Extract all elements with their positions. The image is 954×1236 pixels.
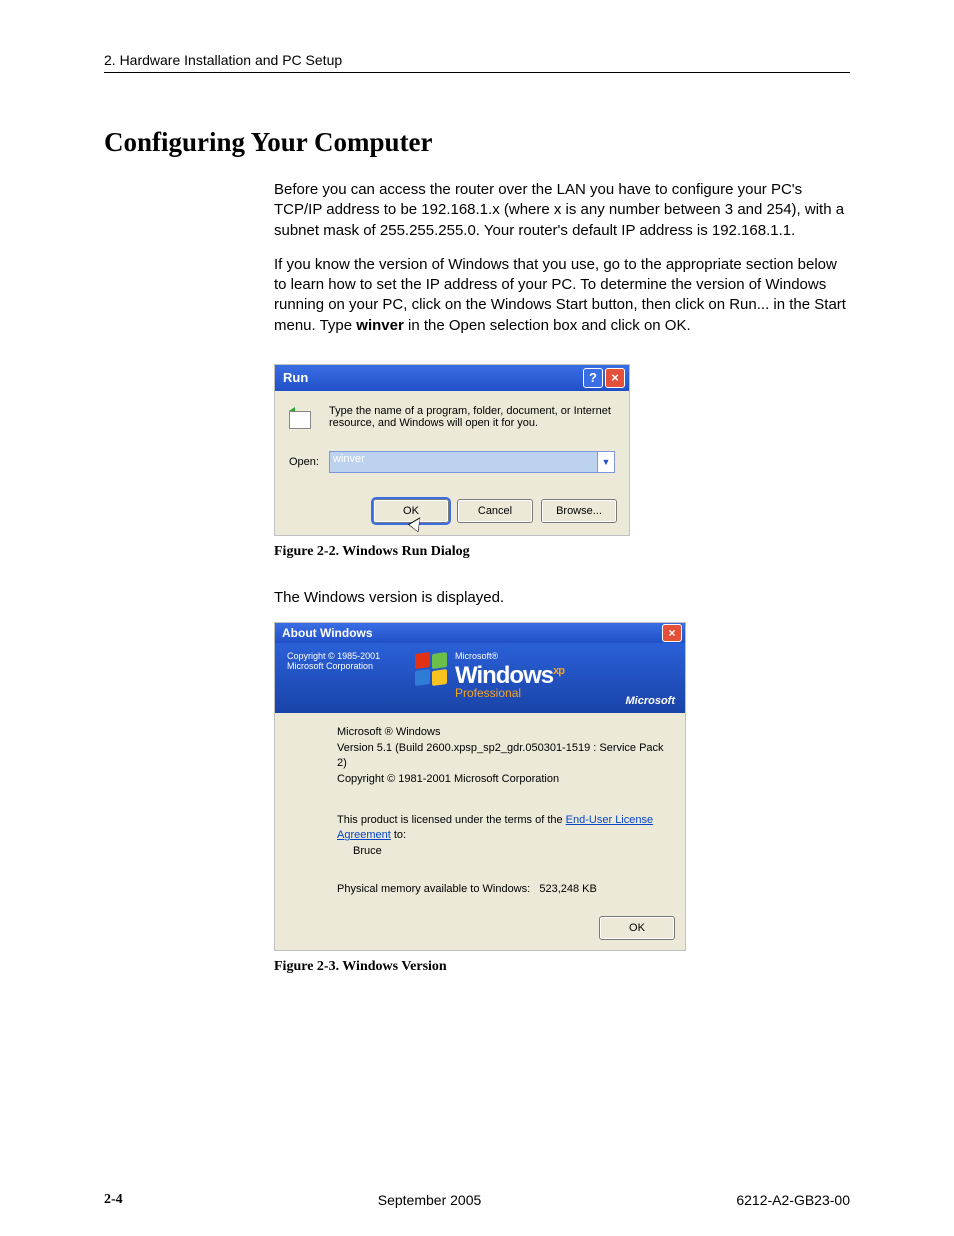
p2-bold: winver xyxy=(356,317,404,334)
licensed-to: Bruce xyxy=(353,844,673,859)
about-line-3: Copyright © 1981-2001 Microsoft Corporat… xyxy=(337,772,673,787)
body-paragraph-1: Before you can access the router over th… xyxy=(274,180,850,241)
windows-brand: Microsoft® Windowsxp Professional xyxy=(455,651,564,700)
about-banner: Copyright © 1985-2001 Microsoft Corporat… xyxy=(275,643,685,713)
figure-2-2-caption: Figure 2-2. Windows Run Dialog xyxy=(274,544,850,560)
about-titlebar: About Windows × xyxy=(275,623,685,643)
section-title: Configuring Your Computer xyxy=(104,127,850,158)
p2-b: in the Open selection box and click on O… xyxy=(404,317,691,334)
run-dialog: Run ? × Type the name of a program, fold… xyxy=(274,364,630,536)
microsoft-logo: Microsoft xyxy=(626,695,676,707)
close-icon[interactable]: × xyxy=(605,368,625,388)
ok-button[interactable]: OK xyxy=(373,499,449,523)
about-eula: This product is licensed under the terms… xyxy=(337,813,673,843)
page-number: 2-4 xyxy=(104,1192,123,1208)
open-input[interactable]: winver xyxy=(330,452,597,472)
run-icon xyxy=(289,405,321,433)
body-paragraph-2: If you know the version of Windows that … xyxy=(274,255,850,336)
close-icon[interactable]: × xyxy=(662,624,682,642)
open-combobox[interactable]: winver ▼ xyxy=(329,451,615,473)
figure-2-3-caption: Figure 2-3. Windows Version xyxy=(274,959,850,975)
windows-flag-icon xyxy=(415,653,451,689)
run-dialog-title: Run xyxy=(283,370,581,385)
run-dialog-titlebar: Run ? × xyxy=(275,365,629,391)
help-icon[interactable]: ? xyxy=(583,368,603,388)
page-footer: 2-4 September 2005 6212-A2-GB23-00 xyxy=(104,1192,850,1208)
browse-button[interactable]: Browse... xyxy=(541,499,617,523)
chevron-down-icon[interactable]: ▼ xyxy=(597,452,614,472)
chapter-header: 2. Hardware Installation and PC Setup xyxy=(104,52,850,68)
open-label: Open: xyxy=(289,456,329,468)
about-windows-dialog: About Windows × Copyright © 1985-2001 Mi… xyxy=(274,622,686,951)
ok-button[interactable]: OK xyxy=(599,916,675,940)
about-line-1: Microsoft ® Windows xyxy=(337,725,673,740)
cancel-button[interactable]: Cancel xyxy=(457,499,533,523)
footer-doc-id: 6212-A2-GB23-00 xyxy=(736,1192,850,1208)
body-paragraph-3: The Windows version is displayed. xyxy=(274,588,850,608)
memory-line: Physical memory available to Windows: 52… xyxy=(337,882,673,897)
about-line-2: Version 5.1 (Build 2600.xpsp_sp2_gdr.050… xyxy=(337,741,673,771)
run-help-text: Type the name of a program, folder, docu… xyxy=(329,405,615,429)
about-title-text: About Windows xyxy=(282,626,662,640)
header-rule xyxy=(104,72,850,73)
footer-date: September 2005 xyxy=(378,1192,482,1208)
